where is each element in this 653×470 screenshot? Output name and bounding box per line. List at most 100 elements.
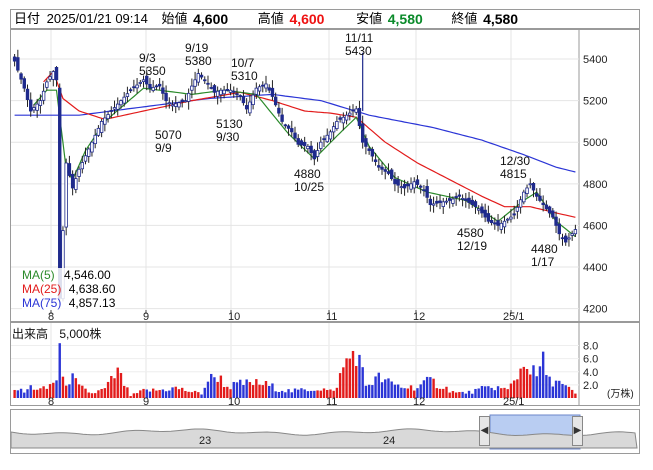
volume-bar bbox=[35, 389, 39, 398]
volume-bar bbox=[351, 350, 355, 398]
volume-bar bbox=[174, 386, 177, 398]
close-label: 終値 bbox=[451, 11, 478, 26]
candle-body bbox=[251, 94, 255, 105]
price-annotation: 5310 bbox=[231, 69, 258, 83]
overview-panel[interactable]: 23 24 bbox=[10, 409, 640, 454]
candle-body bbox=[267, 87, 271, 91]
candle-body bbox=[312, 150, 317, 160]
candle-body bbox=[560, 237, 565, 240]
volume-bar bbox=[567, 386, 571, 398]
candle-body bbox=[119, 100, 123, 106]
volume-bar bbox=[451, 391, 455, 398]
volume-bar bbox=[538, 366, 542, 398]
ma25-value: 4,638.60 bbox=[68, 282, 116, 296]
volume-bar bbox=[529, 374, 532, 398]
candle-body bbox=[70, 173, 75, 189]
volume-month-label: 11 bbox=[326, 396, 337, 405]
candle-body bbox=[483, 209, 487, 218]
volume-bar bbox=[319, 390, 322, 398]
volume-bar bbox=[380, 382, 384, 398]
volume-bar bbox=[19, 388, 23, 398]
candle-body bbox=[525, 187, 529, 194]
volume-title: 出来高 5,000株 bbox=[12, 325, 101, 342]
candle-body bbox=[203, 79, 207, 82]
volume-bar bbox=[193, 390, 197, 398]
candle-body bbox=[277, 107, 281, 114]
candle-body bbox=[128, 89, 133, 92]
candle-body bbox=[535, 193, 539, 197]
candle-body bbox=[389, 169, 394, 180]
volume-bar bbox=[338, 373, 342, 398]
candle-body bbox=[451, 198, 455, 204]
low-label: 安値 bbox=[356, 11, 383, 26]
price-panel[interactable]: 5400 5200 5000 4800 4600 4400 4200 8 9 10 11 12 25/… bbox=[10, 29, 640, 322]
volume-bar bbox=[184, 390, 187, 398]
volume-bar bbox=[171, 387, 174, 398]
volume-bar bbox=[297, 389, 300, 398]
volume-chart[interactable]: 8.06.04.02.0 8 9 10 11 12 25/1 bbox=[11, 323, 639, 405]
volume-bar bbox=[487, 386, 490, 398]
volume-bar bbox=[483, 386, 487, 398]
volume-bar bbox=[409, 385, 413, 398]
volume-bar bbox=[280, 390, 284, 398]
candle-body bbox=[567, 237, 571, 240]
price-annotation: 10/7 bbox=[231, 56, 255, 70]
candle-body bbox=[377, 165, 381, 168]
volume-bar bbox=[116, 367, 119, 398]
candle-body bbox=[45, 81, 49, 88]
volume-bar bbox=[271, 383, 274, 398]
volume-bar bbox=[64, 385, 68, 398]
candle-body bbox=[502, 220, 507, 228]
volume-bar bbox=[177, 389, 181, 398]
candle-body bbox=[67, 163, 72, 176]
volume-panel[interactable]: 8.0 6.0 4.0 2.0 8 9 10 11 12 25/1 bbox=[10, 322, 640, 406]
candle-body bbox=[206, 82, 210, 85]
scroll-right-handle[interactable]: ▶ bbox=[572, 416, 583, 446]
volume-title-label: 出来高 bbox=[12, 327, 49, 341]
volume-bar bbox=[287, 389, 290, 398]
ohlc-header: 日付 2025/01/21 09:14 始値 4,600 高値 4,600 安値… bbox=[10, 9, 640, 29]
volume-bar bbox=[68, 384, 71, 398]
volume-bar bbox=[454, 392, 458, 398]
volume-month-label: 10 bbox=[228, 396, 240, 405]
candle-body bbox=[402, 184, 407, 189]
candle-body bbox=[415, 179, 420, 185]
ma75-legend: MA(75) 4,857.13 bbox=[22, 296, 115, 310]
volume-bar bbox=[435, 388, 439, 398]
candle-body bbox=[238, 95, 242, 97]
month-axis: 8 9 10 11 12 25/1 bbox=[48, 310, 524, 321]
volume-bar bbox=[277, 391, 281, 398]
candle-body bbox=[441, 201, 445, 207]
month-tick-label: 25/1 bbox=[503, 311, 524, 321]
candle-body bbox=[538, 195, 542, 201]
candle-body bbox=[357, 107, 362, 126]
volume-bar bbox=[122, 385, 126, 398]
overview-chart[interactable]: 23 24 bbox=[11, 410, 639, 453]
scroll-left-handle[interactable]: ◀ bbox=[479, 416, 490, 446]
volume-bar bbox=[155, 390, 158, 398]
volume-bar bbox=[458, 392, 461, 398]
candle-body bbox=[464, 198, 468, 201]
volume-bar bbox=[23, 392, 26, 398]
volume-bar bbox=[448, 392, 451, 398]
date-label: 日付 bbox=[14, 11, 41, 26]
volume-bar bbox=[425, 376, 429, 398]
volume-bar bbox=[110, 375, 113, 398]
volume-bar bbox=[367, 384, 371, 398]
candle-body bbox=[573, 229, 578, 235]
volume-bar bbox=[393, 384, 397, 398]
candle-body bbox=[496, 220, 500, 226]
high-label: 高値 bbox=[257, 11, 284, 26]
candle-body bbox=[409, 183, 413, 190]
candle-body bbox=[364, 138, 368, 147]
volume-bar bbox=[77, 384, 81, 398]
volume-bar bbox=[261, 385, 264, 398]
candle-body bbox=[96, 127, 101, 136]
volume-tick-label: 8.0 bbox=[583, 341, 598, 353]
candle-body bbox=[570, 233, 574, 236]
volume-bar bbox=[203, 387, 206, 398]
volume-bar bbox=[158, 390, 161, 398]
candle-body bbox=[489, 220, 494, 224]
candle-body bbox=[74, 178, 78, 190]
price-axis: 5400 5200 5000 4800 4600 4400 4200 bbox=[583, 54, 607, 316]
